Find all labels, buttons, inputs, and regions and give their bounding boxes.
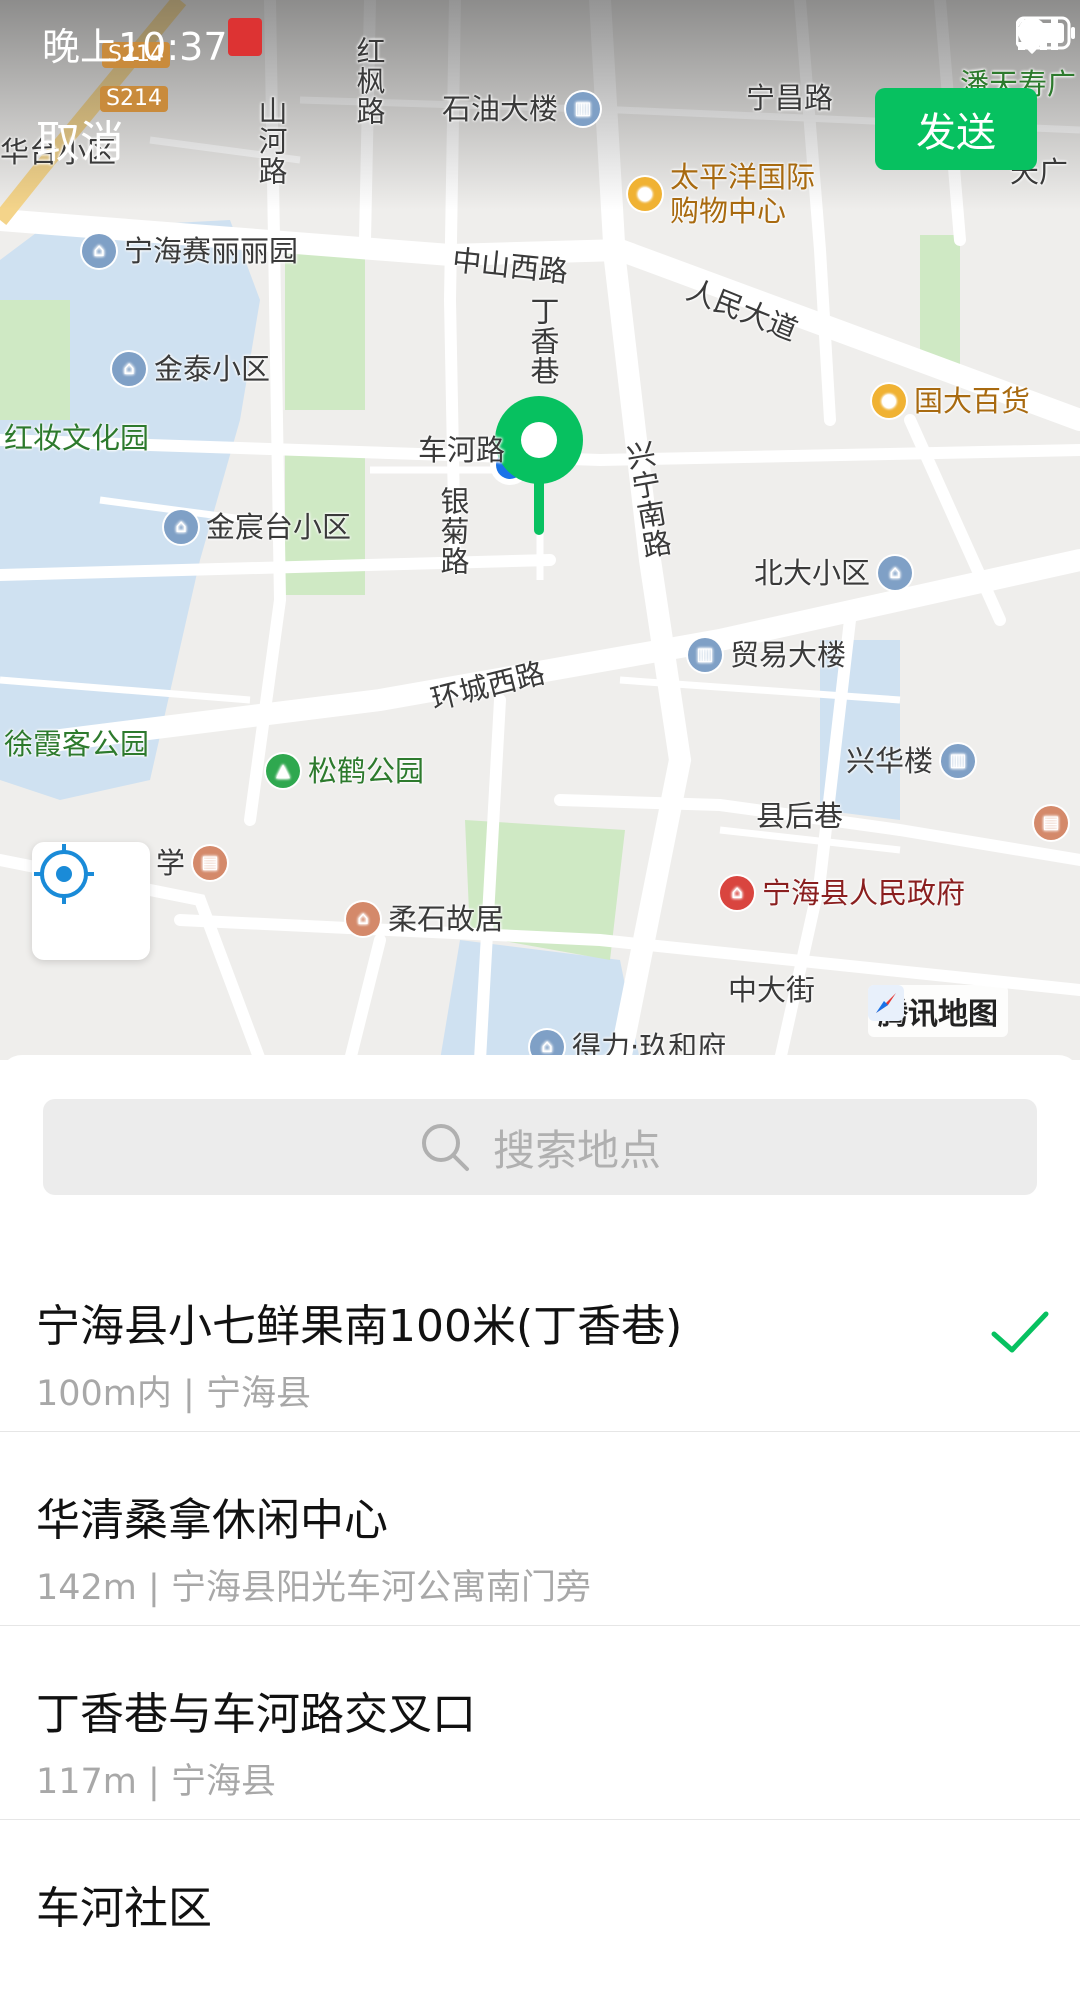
map-poi: ▥ 贸易大楼 [688,638,846,672]
map-poi: ▲ 松鹤公园 [266,754,424,788]
home-icon: ⌂ [878,556,913,590]
search-icon [421,1124,469,1171]
map-label: 徐霞客公园 [4,727,150,761]
compass-icon [868,985,904,1021]
notification-app-icon [228,18,262,56]
map-provider-logo: 腾讯地图 [868,985,1008,1037]
battery-icon [1015,16,1075,50]
map-poi: ▤ [1034,806,1068,840]
map-poi: 北大小区 ⌂ [754,556,913,590]
location-detail: 117m | 宁海县 [36,1762,276,1802]
map-label: 丁香巷 [526,296,560,386]
crosshair-icon [34,844,94,904]
building-icon: ▥ [688,638,722,672]
map-poi: 石油大楼 ▥ [442,92,601,126]
map-label: 县后巷 [756,799,844,833]
building-icon: ▥ [566,92,601,126]
map-poi: ⌂ 宁海赛丽丽园 [82,234,298,268]
location-name: 华清桑拿休闲中心 [36,1495,388,1546]
building-icon: ▥ [941,744,976,778]
tree-icon: ▲ [266,754,300,788]
location-result-item[interactable]: 宁海县小七鲜果南100米(丁香巷) 100m内 | 宁海县 [0,1238,1080,1432]
location-result-item[interactable]: 车河社区 [0,1820,1080,2013]
location-name: 宁海县小七鲜果南100米(丁香巷) [36,1301,683,1352]
map-poi: ⌂ 金泰小区 [112,352,270,386]
home-icon: ⌂ [82,234,116,268]
search-placeholder: 搜索地点 [492,1125,661,1175]
location-detail: 100m内 | 宁海县 [36,1374,311,1414]
location-name: 车河社区 [36,1883,212,1934]
location-name: 丁香巷与车河路交叉口 [36,1689,476,1740]
cancel-button[interactable]: 取消 [36,106,124,170]
map-label: 中大街 [728,973,816,1007]
map-poi: ⌂ 柔石故居 [346,902,504,936]
home-icon: ⌂ [112,352,146,386]
map-label: 山河路 [254,96,288,186]
map-label: 红枫路 [352,36,386,126]
map-poi: ⌂ 金宸台小区 [164,510,351,544]
location-result-item[interactable]: 华清桑拿休闲中心 142m | 宁海县阳光车河公寓南门旁 [0,1432,1080,1626]
map-poi: ⌂ 宁海县人民政府 [720,876,965,910]
location-detail: 142m | 宁海县阳光车河公寓南门旁 [36,1568,591,1608]
shopping-icon: ● [628,177,662,211]
location-sheet: 搜索地点 宁海县小七鲜果南100米(丁香巷) 100m内 | 宁海县 华清桑拿休… [0,1055,1080,1934]
location-result-item[interactable]: 丁香巷与车河路交叉口 117m | 宁海县 [0,1626,1080,1820]
map-poi: ● 太平洋国际购物中心 [628,160,840,228]
send-button[interactable]: 发送 [875,88,1037,170]
status-icons: 4G [1015,16,1075,54]
map-poi: ● 国大百货 [872,384,1030,418]
landmark-icon: ⌂ [346,902,380,936]
school-icon: ▤ [193,846,228,880]
map-view[interactable]: S214 S214 华台小区 山河路 红枫路 石油大楼 ▥ 宁昌路 潘天寿广 ● 太… [0,0,1080,1060]
selected-location-marker-icon [495,396,583,535]
map-label: 宁昌路 [746,81,834,115]
map-poi: 兴华楼 ▥ [846,744,976,778]
checkmark-icon [991,1311,1049,1353]
landmark-icon: ▤ [1034,806,1068,840]
map-label: 红妆文化园 [4,421,150,455]
map-label: 银菊路 [436,486,470,576]
map-poi: 学 ▤ [156,846,228,880]
home-icon: ⌂ [164,510,198,544]
locate-me-button[interactable] [32,842,150,960]
status-time: 晚上10:37 [42,25,228,69]
search-input[interactable]: 搜索地点 [43,1099,1037,1195]
map-label: 车河路 [418,433,506,467]
shopping-icon: ● [872,384,906,418]
government-icon: ⌂ [720,876,754,910]
